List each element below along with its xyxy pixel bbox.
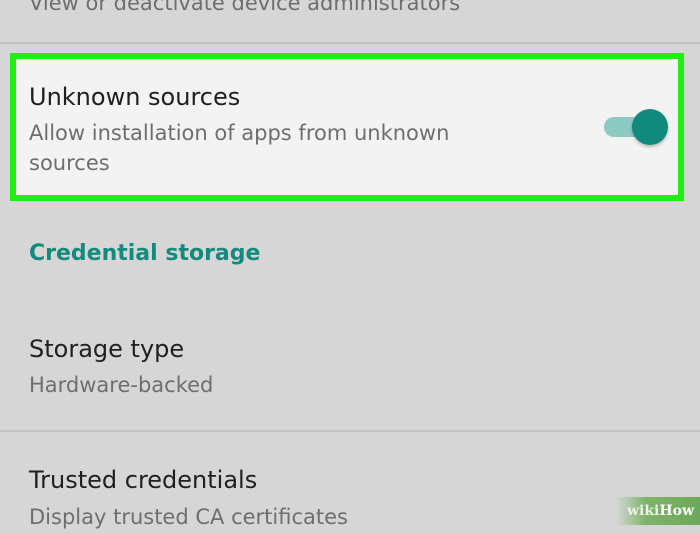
credential-storage-header: Credential storage: [29, 241, 261, 266]
toggle-thumb: [632, 109, 668, 145]
divider: [0, 42, 700, 44]
watermark-how: How: [659, 503, 694, 519]
trusted-credentials-title: Trusted credentials: [29, 466, 258, 494]
unknown-sources-toggle[interactable]: [604, 109, 668, 145]
trusted-credentials-subtitle: Display trusted CA certificates: [29, 505, 348, 529]
unknown-sources-subtitle-line2: sources: [29, 151, 110, 175]
storage-type-title: Storage type: [29, 335, 185, 363]
device-admins-subtitle: View or deactivate device administrators: [29, 0, 461, 15]
storage-type-subtitle: Hardware-backed: [29, 373, 214, 397]
unknown-sources-subtitle-line1: Allow installation of apps from unknown: [29, 121, 450, 145]
wikihow-logo: wikiHow: [627, 503, 694, 519]
unknown-sources-title: Unknown sources: [29, 83, 241, 111]
watermark-wiki: wiki: [626, 503, 660, 519]
